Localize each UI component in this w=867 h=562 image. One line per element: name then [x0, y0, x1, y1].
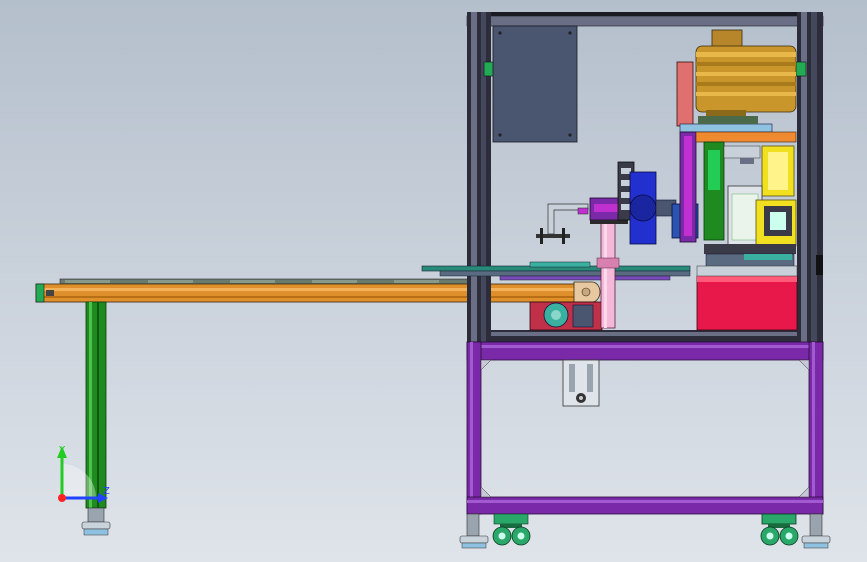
y-axis-label: Y: [58, 445, 66, 456]
origin-marker: [58, 494, 66, 502]
caster-wheel-right: [760, 513, 799, 546]
red-control-box: [696, 265, 798, 331]
conveyor-gear-motor: [529, 301, 603, 331]
electrical-panel: [492, 25, 578, 143]
machine-drawing: Y Z: [35, 12, 831, 549]
conveyor-beam: [35, 283, 587, 303]
conveyor-leg: [81, 301, 111, 536]
leveling-foot: [81, 521, 111, 530]
cad-viewport[interactable]: Y Z: [0, 0, 867, 562]
caster-wheel-left: [492, 513, 531, 546]
belt-conveyor: [35, 278, 601, 303]
lift-cylinder: [562, 359, 600, 407]
gripper-bracket: [536, 203, 589, 244]
conveyor-end-cap: [35, 283, 45, 303]
main-motor: [695, 29, 797, 124]
z-axis-label: Z: [103, 486, 110, 497]
base-frame: [466, 341, 824, 515]
work-table: [421, 261, 691, 281]
